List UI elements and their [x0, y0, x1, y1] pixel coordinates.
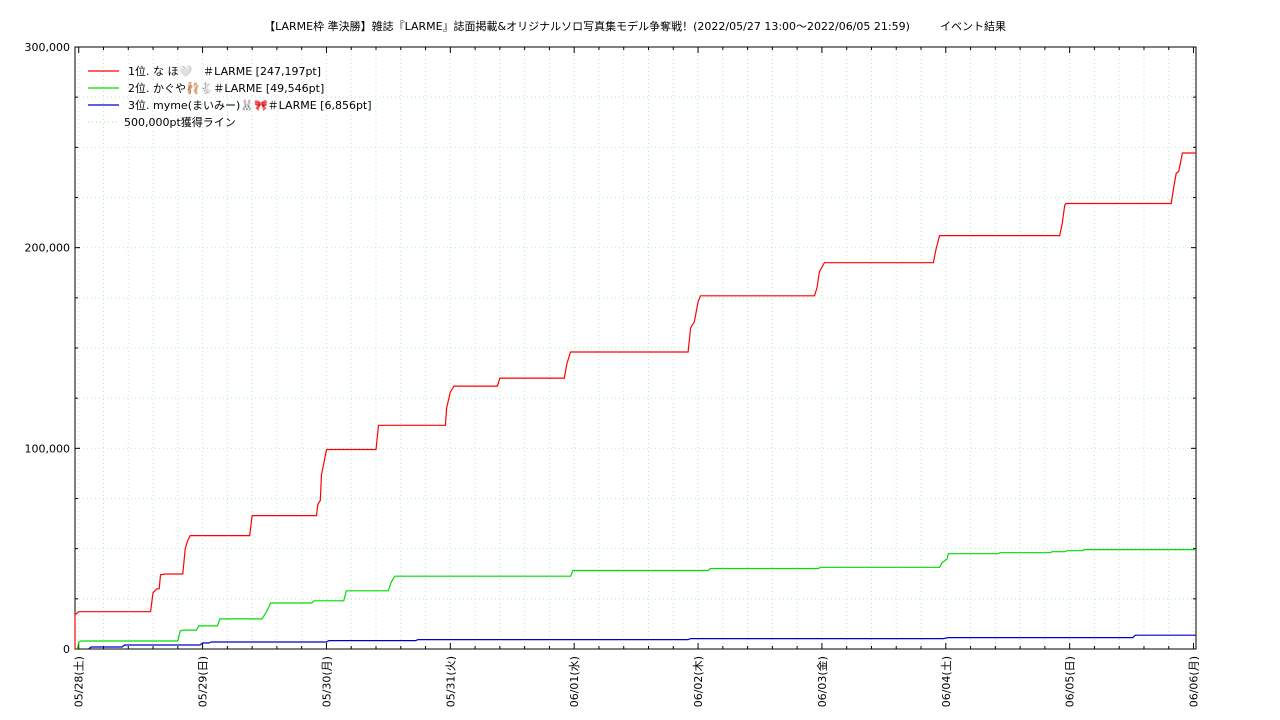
- series-line: [88, 634, 1196, 650]
- legend-label: 500,000pt獲得ライン: [124, 116, 236, 129]
- legend: 1位. な ほ🤍 ＃LARME [247,197pt] 2位. かぐや🩰🐇＃LAR…: [88, 64, 372, 129]
- y-tick-label: 200,000: [25, 242, 71, 255]
- x-tick-label: 06/06(月): [1188, 656, 1201, 707]
- y-tick-label: 0: [63, 643, 70, 656]
- ticks: 0 100,000 200,000 300,000 05/28(土) 05/29(日) 05…: [25, 41, 1201, 707]
- x-tick-label: 05/31(火): [444, 656, 457, 707]
- legend-label: 2位. かぐや🩰🐇＃LARME [49,546pt]: [128, 81, 324, 95]
- x-tick-label: 05/29(日): [197, 656, 210, 707]
- x-tick-label: 06/01(水): [568, 656, 581, 707]
- chart: 0 100,000 200,000 300,000 05/28(土) 05/29(日) 05…: [25, 19, 1201, 707]
- y-tick-label: 100,000: [25, 442, 71, 455]
- grid: [75, 47, 1196, 649]
- x-tick-label: 05/30(月): [320, 656, 333, 707]
- x-tick-label: 06/04(土): [940, 656, 953, 707]
- series: [74, 152, 1196, 650]
- x-tick-label: 05/28(土): [73, 656, 86, 707]
- series-line: [76, 548, 1196, 650]
- x-tick-label: 06/03(金): [815, 656, 829, 707]
- x-tick-label: 06/02(木): [692, 656, 705, 707]
- y-tick-label: 300,000: [25, 41, 71, 54]
- legend-label: 1位. な ほ🤍 ＃LARME [247,197pt]: [128, 64, 321, 78]
- chart-title: 【LARME枠 準決勝】雑誌『LARME』誌面掲載&オリジナルソロ写真集モデル争…: [264, 19, 910, 33]
- chart-subtitle: イベント結果: [940, 19, 1006, 33]
- x-tick-label: 06/05(日): [1064, 656, 1077, 707]
- legend-label: 3位. myme(まいみー)🐰🎀＃LARME [6,856pt]: [128, 98, 372, 112]
- series-line: [74, 152, 1196, 649]
